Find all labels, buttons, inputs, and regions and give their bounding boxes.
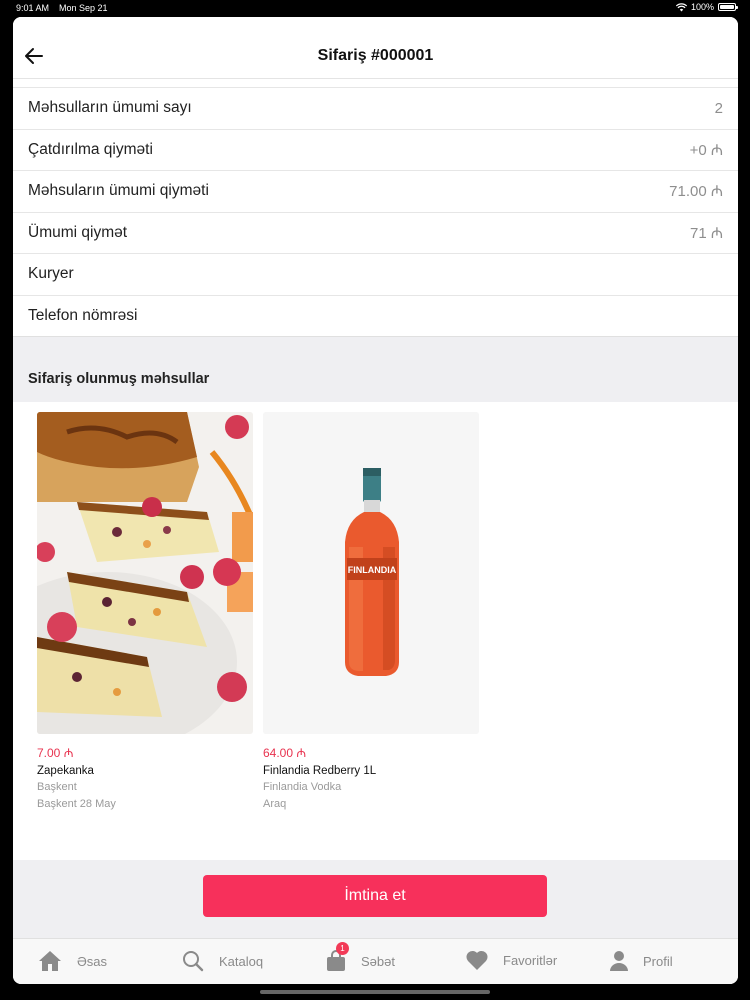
summary-label: Telefon nömrəsi <box>28 306 138 324</box>
product-image <box>37 412 253 734</box>
summary-row-delivery: Çatdırılma qiyməti +0 ₼ <box>13 128 738 171</box>
status-date: Mon Sep 21 <box>59 3 108 13</box>
search-icon <box>183 951 204 972</box>
product-image: FINLANDIA <box>263 412 479 734</box>
summary-label: Kuryer <box>28 265 74 283</box>
product-extra: Araq <box>263 798 287 810</box>
cake-image <box>37 412 253 734</box>
app-screen: Sifariş #000001 Məhsulların ümumi sayı 2… <box>13 17 738 984</box>
summary-value: 2 <box>714 99 723 117</box>
section-title: Sifariş olunmuş məhsullar <box>28 371 210 387</box>
tab-label: Kataloq <box>219 953 264 969</box>
product-name: Finlandia Redberry 1L <box>263 765 377 777</box>
status-bar: 9:01 AM Mon Sep 21 100% <box>0 0 750 16</box>
product-extra: Başkent 28 May <box>37 798 116 810</box>
tab-cart[interactable]: 1 Səbət <box>325 942 395 973</box>
tab-label: Səbət <box>361 953 395 969</box>
summary-row-phone: Telefon nömrəsi <box>13 294 738 337</box>
page-title: Sifariş #000001 <box>317 47 434 64</box>
summary-label: Çatdırılma qiyməti <box>28 140 153 158</box>
summary-value: 71 ₼ <box>689 224 723 242</box>
battery-icon <box>718 3 738 11</box>
svg-text:FINLANDIA: FINLANDIA <box>348 565 397 575</box>
product-brand: Finlandia Vodka <box>263 781 342 793</box>
summary-row-courier: Kuryer <box>13 253 738 295</box>
summary-label: Məhsulların ümumi sayı <box>28 99 192 117</box>
bottle-image: FINLANDIA <box>263 412 479 734</box>
status-time: 9:01 AM <box>16 3 50 13</box>
product-brand: Başkent <box>37 781 77 793</box>
product-card-finlandia[interactable]: FINLANDIA 64.00 ₼ Finlandia Redberry 1L … <box>263 412 479 810</box>
cart-badge: 1 <box>336 942 349 955</box>
summary-value: +0 ₼ <box>689 141 723 159</box>
cart-icon-wrap: 1 <box>325 942 349 973</box>
product-price: 64.00 ₼ <box>263 746 307 760</box>
product-name: Zapekanka <box>37 765 94 777</box>
product-price: 7.00 ₼ <box>37 746 74 760</box>
ordered-products-grid: 7.00 ₼ Zapekanka Başkent Başkent 28 May <box>13 402 738 860</box>
tab-label: Əsas <box>77 953 108 969</box>
product-card-zapekanka[interactable]: 7.00 ₼ Zapekanka Başkent Başkent 28 May <box>37 412 253 810</box>
summary-row-products-total: Məhsuların ümumi qiyməti 71.00 ₼ <box>13 170 738 212</box>
action-area: İmtina et <box>13 860 738 938</box>
summary-value: 71.00 ₼ <box>669 183 723 201</box>
cancel-order-button[interactable]: İmtina et <box>203 875 547 917</box>
order-summary: Məhsulların ümumi sayı 2 Çatdırılma qiym… <box>13 87 738 336</box>
person-icon <box>610 951 628 971</box>
navigation-bar: Sifariş #000001 <box>13 17 738 79</box>
summary-label: Məhsuların ümumi qiyməti <box>28 182 209 200</box>
home-icon <box>39 951 61 971</box>
tab-label: Profil <box>643 953 673 969</box>
tab-label: Favoritlər <box>503 952 558 968</box>
summary-label: Ümumi qiymət <box>28 223 128 241</box>
heart-icon <box>466 950 488 970</box>
tab-home[interactable]: Əsas <box>37 949 107 973</box>
home-indicator[interactable] <box>260 990 490 994</box>
tab-profile[interactable]: Profil <box>609 949 673 973</box>
ordered-products-header: Sifariş olunmuş məhsullar <box>13 336 738 402</box>
tab-bar: Əsas Kataloq 1 Səbət Favoritlər Profil <box>13 938 738 984</box>
tab-favorites[interactable]: Favoritlər <box>465 949 557 971</box>
tab-catalog[interactable]: Kataloq <box>181 949 263 973</box>
summary-row-total: Ümumi qiymət 71 ₼ <box>13 211 738 254</box>
wifi-icon <box>675 2 687 11</box>
battery-percent: 100% <box>690 2 714 12</box>
status-right: 100% <box>675 2 738 12</box>
summary-row-count: Məhsulların ümumi sayı 2 <box>13 87 738 129</box>
